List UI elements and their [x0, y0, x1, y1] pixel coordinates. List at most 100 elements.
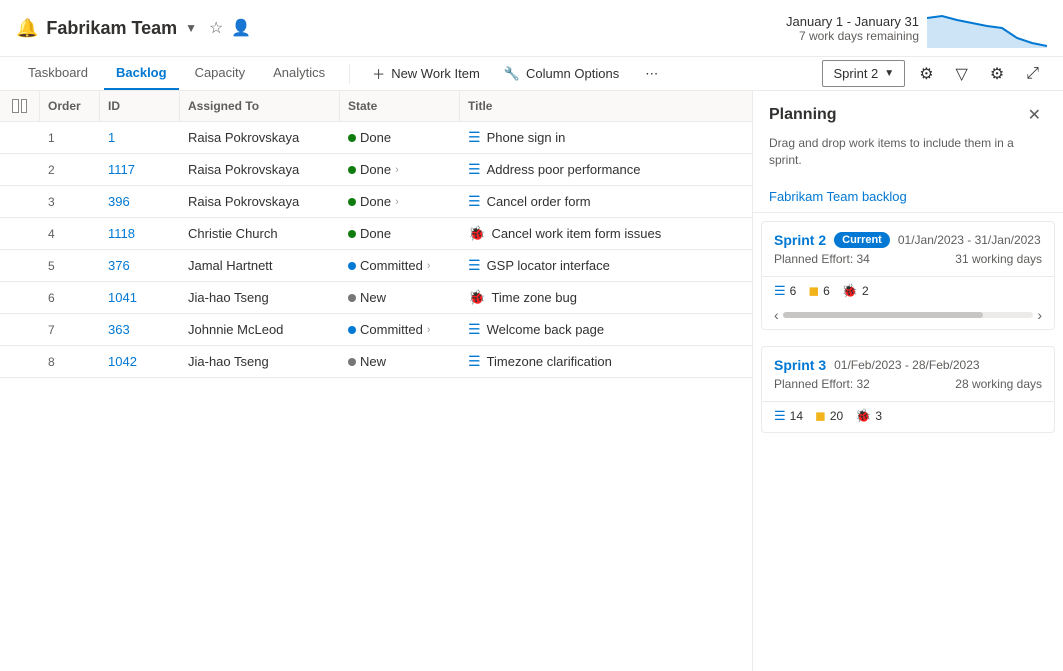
cell-title: ☰ Phone sign in — [460, 122, 752, 153]
cell-checkbox — [0, 227, 40, 241]
star-icon[interactable]: ☆ — [209, 18, 223, 38]
sprint-selector[interactable]: Sprint 2 ▼ — [822, 60, 905, 87]
cell-id[interactable]: 363 — [100, 315, 180, 344]
cell-title: 🐞 Cancel work item form issues — [460, 218, 752, 249]
table-row: 8 1042 Jia-hao Tseng New ☰ Timezone clar… — [0, 346, 752, 378]
cell-id[interactable]: 1 — [100, 123, 180, 152]
cell-title: ☰ Timezone clarification — [460, 346, 752, 377]
state-dot — [348, 326, 356, 334]
filter-button[interactable]: ▽ — [948, 59, 976, 89]
cell-id[interactable]: 1118 — [100, 219, 180, 248]
cell-id[interactable]: 1042 — [100, 347, 180, 376]
sprint3-bug-count: 🐞 3 — [855, 408, 882, 424]
chevron-right-icon: › — [427, 260, 431, 272]
bug-icon: 🐞 — [468, 225, 485, 242]
col-header-state: State — [340, 91, 460, 121]
table-row: 7 363 Johnnie McLeod Committed › ☰ Welco… — [0, 314, 752, 346]
nav-tabs: Taskboard Backlog Capacity Analytics ＋ N… — [0, 57, 666, 90]
new-work-item-button[interactable]: ＋ New Work Item — [362, 59, 490, 88]
table-row: 5 376 Jamal Hartnett Committed › ☰ GSP l… — [0, 250, 752, 282]
table-row: 2 1117 Raisa Pokrovskaya Done › ☰ Addres… — [0, 154, 752, 186]
sprint2-stories: 6 — [790, 284, 797, 298]
tab-backlog[interactable]: Backlog — [104, 57, 179, 90]
backlog-link[interactable]: Fabrikam Team backlog — [753, 181, 1063, 213]
sparkline-chart — [927, 8, 1047, 48]
cell-order: 1 — [40, 124, 100, 152]
settings-filter-button[interactable]: ⚙ — [911, 59, 941, 89]
bug-icon: 🐞 — [468, 289, 485, 306]
tab-capacity[interactable]: Capacity — [183, 57, 258, 90]
story-icon: ☰ — [774, 408, 786, 424]
date-range: January 1 - January 31 7 work days remai… — [786, 14, 919, 43]
cell-state: New — [340, 283, 460, 312]
cell-title: ☰ Welcome back page — [460, 314, 752, 345]
header-right: January 1 - January 31 7 work days remai… — [786, 8, 1047, 48]
cell-title: 🐞 Time zone bug — [460, 282, 752, 313]
gear-button[interactable]: ⚙ — [982, 59, 1012, 89]
sprint3-working-days: 28 working days — [955, 377, 1042, 391]
sprint-chevron-icon: ▼ — [884, 68, 894, 79]
cell-checkbox — [0, 195, 40, 209]
sprint-label: Sprint 2 — [833, 66, 878, 81]
person-add-icon[interactable]: 👤 — [231, 18, 251, 38]
expand-button[interactable]: ⤢ — [1018, 60, 1047, 88]
cell-assigned: Raisa Pokrovskaya — [180, 123, 340, 152]
checkbox-2[interactable] — [21, 99, 28, 113]
cell-checkbox — [0, 323, 40, 337]
cell-id[interactable]: 396 — [100, 187, 180, 216]
tab-analytics[interactable]: Analytics — [261, 57, 337, 90]
scroll-right-button[interactable]: › — [1037, 307, 1042, 323]
cell-order: 8 — [40, 348, 100, 376]
sprint3-story-count: ☰ 14 — [774, 408, 803, 424]
cell-id[interactable]: 1117 — [100, 155, 180, 184]
cell-assigned: Christie Church — [180, 219, 340, 248]
wrench-icon: 🔧 — [504, 66, 520, 82]
planning-header: Planning ✕ — [753, 91, 1063, 131]
cell-checkbox — [0, 355, 40, 369]
story-icon: ☰ — [468, 353, 481, 370]
state-dot — [348, 230, 356, 238]
state-dot — [348, 198, 356, 206]
chevron-down-icon[interactable]: ▼ — [185, 21, 197, 35]
cell-state: Done — [340, 219, 460, 248]
cell-order: 6 — [40, 284, 100, 312]
table-checkboxes — [8, 99, 31, 113]
cell-state: New — [340, 347, 460, 376]
sprint-name-sprint3[interactable]: Sprint 3 — [774, 357, 826, 373]
backlog-panel: Order ID Assigned To State Title 1 1 Rai… — [0, 91, 753, 671]
cell-title: ☰ Cancel order form — [460, 186, 752, 217]
state-dot — [348, 166, 356, 174]
close-planning-button[interactable]: ✕ — [1022, 103, 1047, 127]
sprint-name-sprint2[interactable]: Sprint 2 — [774, 232, 826, 248]
sprint2-scrollbar[interactable] — [783, 312, 1034, 318]
tab-taskboard[interactable]: Taskboard — [16, 57, 100, 90]
column-options-button[interactable]: 🔧 Column Options — [494, 61, 629, 87]
cell-checkbox — [0, 163, 40, 177]
settings-filter-icon: ⚙ — [919, 66, 933, 83]
cell-order: 2 — [40, 156, 100, 184]
cell-order: 4 — [40, 220, 100, 248]
cell-title: ☰ GSP locator interface — [460, 250, 752, 281]
header-left: 🔔 Fabrikam Team ▼ ☆ 👤 — [16, 18, 251, 39]
date-range-text: January 1 - January 31 — [786, 14, 919, 29]
cell-state: Done › — [340, 187, 460, 216]
cell-assigned: Jia-hao Tseng — [180, 347, 340, 376]
cell-assigned: Raisa Pokrovskaya — [180, 187, 340, 216]
more-options-button[interactable]: ⋯ — [637, 61, 666, 87]
team-name[interactable]: Fabrikam Team — [46, 18, 177, 39]
state-dot — [348, 134, 356, 142]
checkbox-1[interactable] — [12, 99, 19, 113]
cell-state: Committed › — [340, 251, 460, 280]
chevron-right-icon: › — [395, 164, 399, 176]
more-icon: ⋯ — [645, 66, 658, 82]
cell-id[interactable]: 1041 — [100, 283, 180, 312]
cell-assigned: Raisa Pokrovskaya — [180, 155, 340, 184]
planning-panel: Planning ✕ Drag and drop work items to i… — [753, 91, 1063, 671]
story-icon: ☰ — [774, 283, 786, 299]
cell-id[interactable]: 376 — [100, 251, 180, 280]
sprint2-scrollbar-thumb — [783, 312, 984, 318]
cell-order: 5 — [40, 252, 100, 280]
gear-icon: ⚙ — [990, 66, 1004, 83]
sprint-card-sprint3: Sprint 3 01/Feb/2023 - 28/Feb/2023 Plann… — [761, 346, 1055, 433]
scroll-left-button[interactable]: ‹ — [774, 307, 779, 323]
